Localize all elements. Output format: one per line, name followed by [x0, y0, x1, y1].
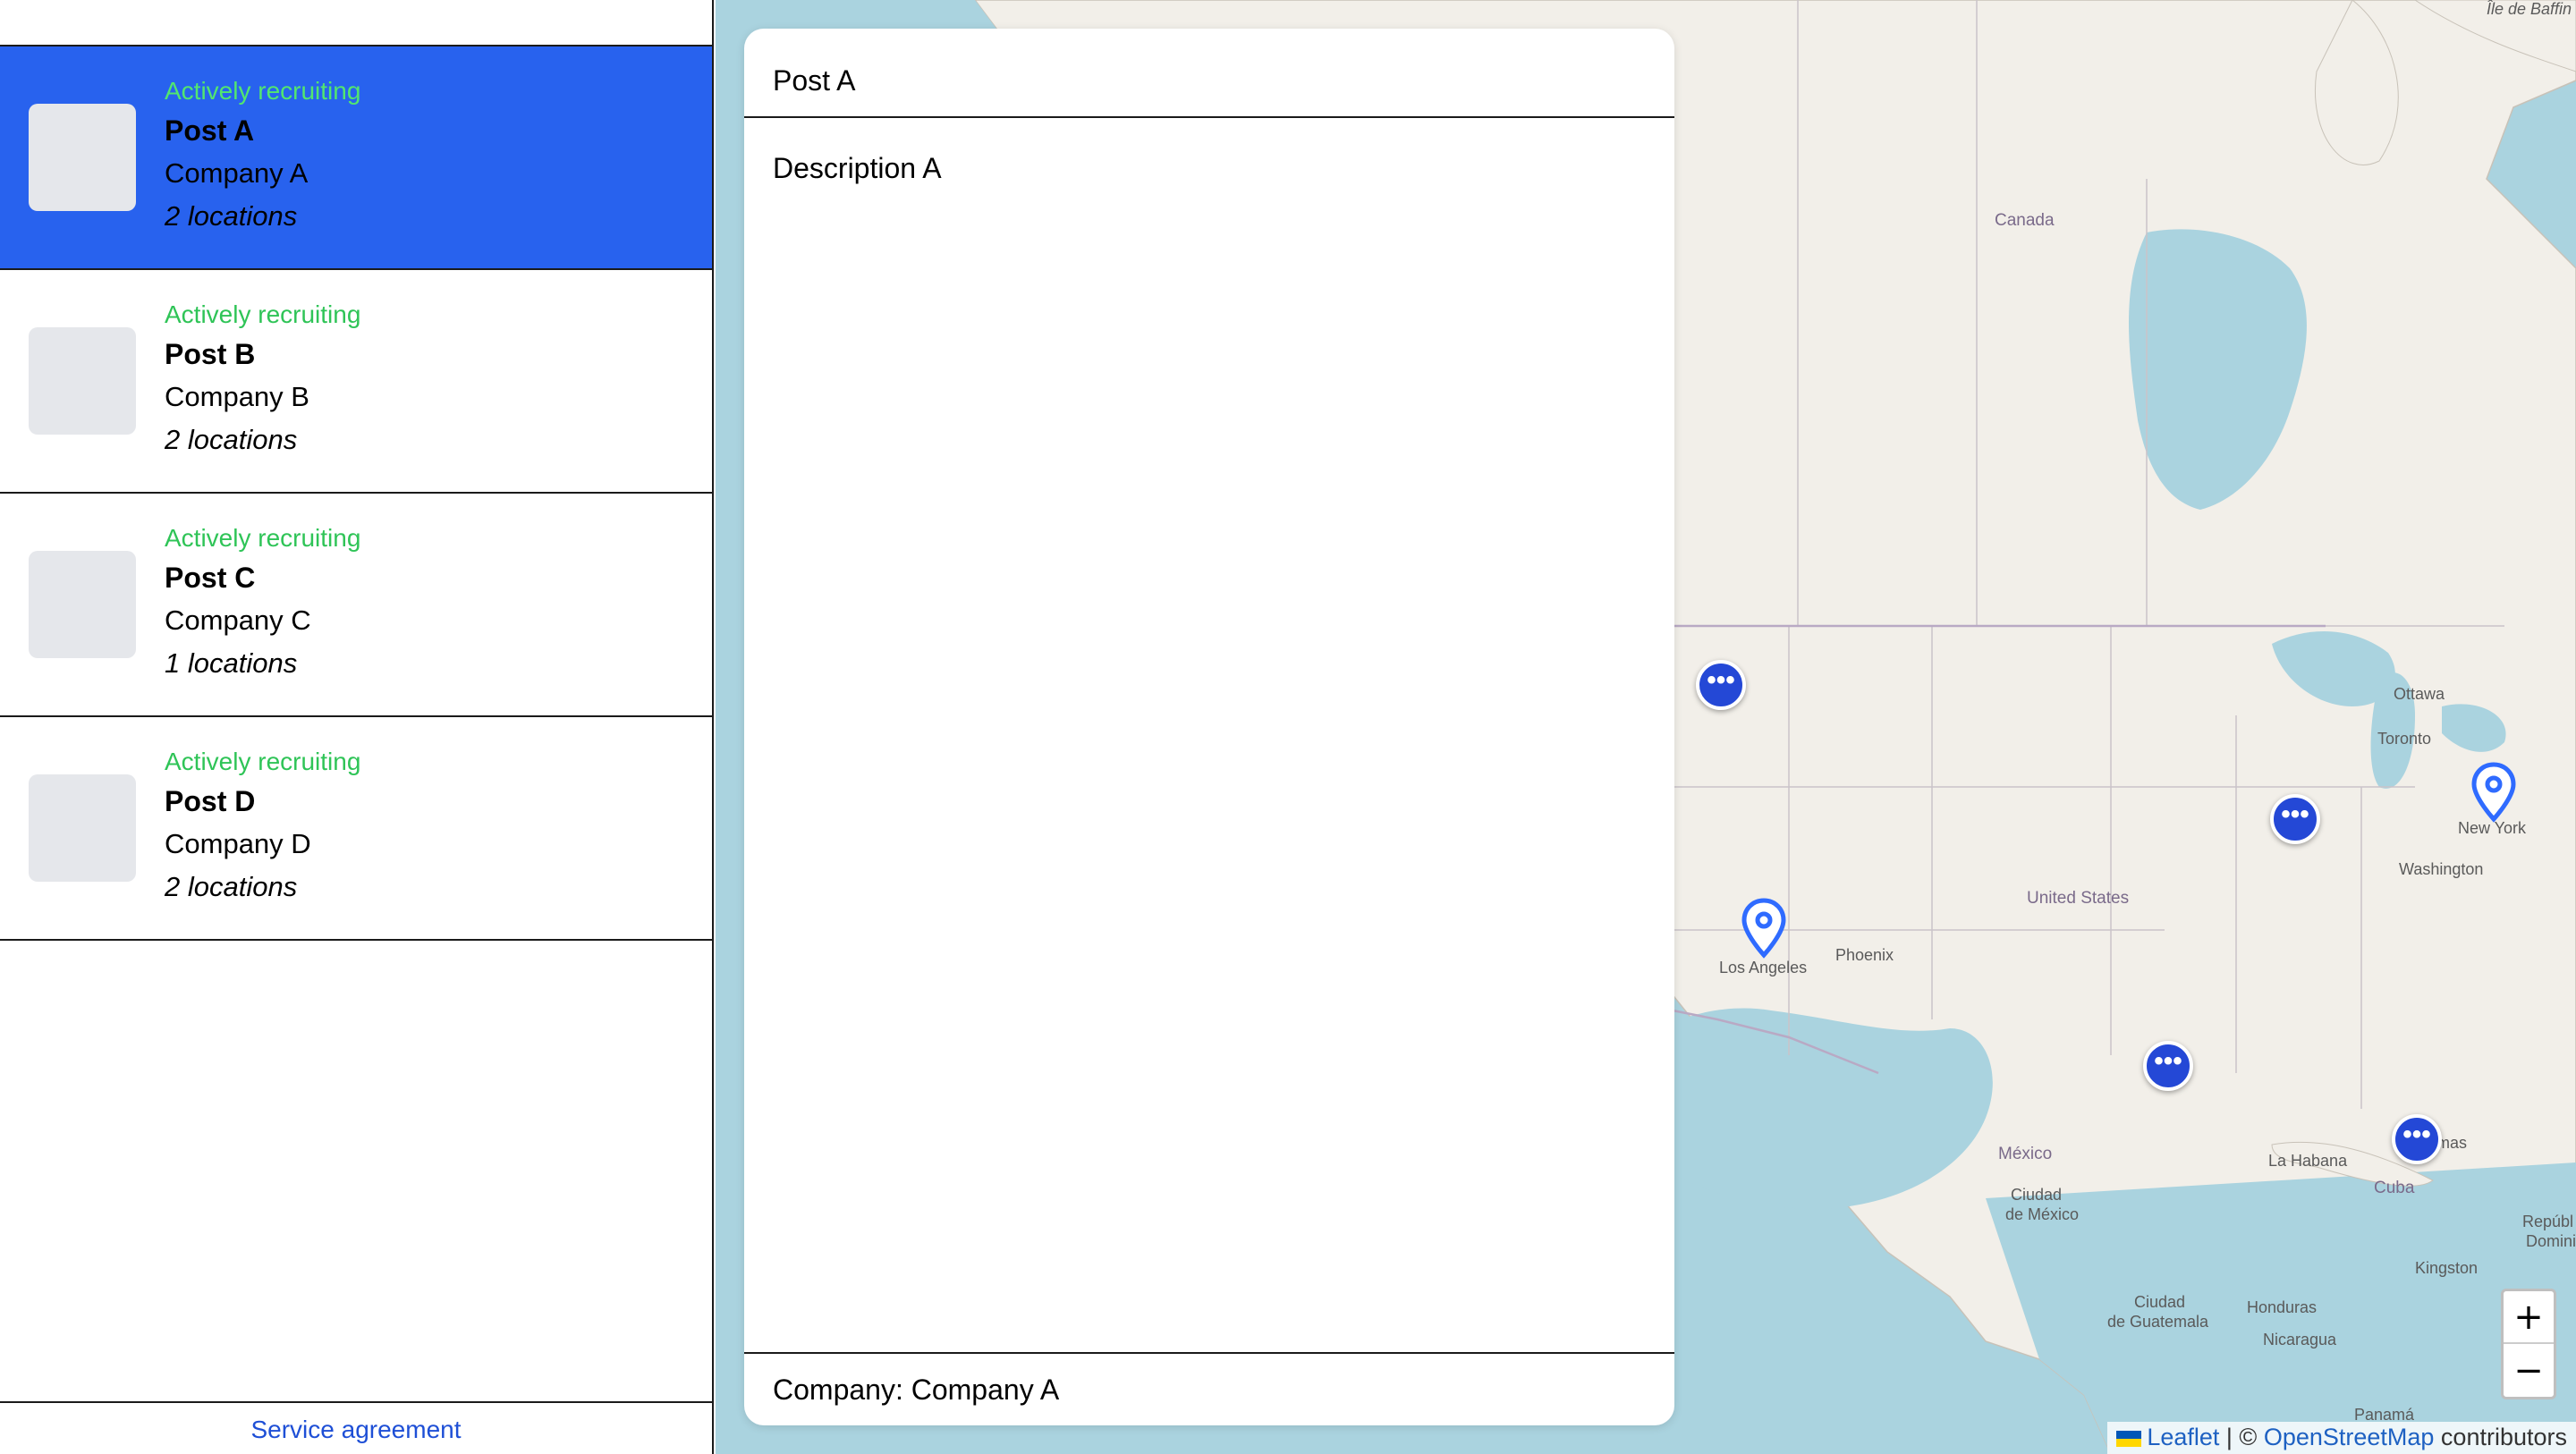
ukraine-flag-icon: [2116, 1430, 2142, 1447]
post-item-a[interactable]: Actively recruiting Post A Company A 2 l…: [0, 46, 712, 270]
app-root: Actively recruiting Post A Company A 2 l…: [0, 0, 2576, 1454]
openstreetmap-link[interactable]: OpenStreetMap: [2264, 1424, 2435, 1450]
location-pin-icon[interactable]: [1741, 898, 1787, 959]
map-label-republica: Repúbl: [2522, 1213, 2574, 1230]
map-label-republica-2: Domini: [2526, 1232, 2576, 1250]
post-locations: 2 locations: [165, 200, 298, 232]
map-attribution: Leaflet | © OpenStreetMap contributors: [2107, 1422, 2576, 1454]
map-label-la-habana: La Habana: [2268, 1152, 2348, 1170]
post-item-b[interactable]: Actively recruiting Post B Company B 2 l…: [0, 270, 712, 494]
post-sidebar: Actively recruiting Post A Company A 2 l…: [0, 0, 714, 1454]
post-item-d[interactable]: Actively recruiting Post D Company D 2 l…: [0, 717, 712, 941]
post-title: Post C: [165, 562, 256, 594]
map-label-los-angeles: Los Angeles: [1719, 959, 1808, 976]
sidebar-header: [0, 0, 712, 46]
zoom-out-button[interactable]: −: [2504, 1344, 2554, 1397]
recruiting-status: Actively recruiting: [165, 300, 361, 328]
cluster-marker[interactable]: •••: [2143, 1041, 2193, 1091]
post-thumbnail: [29, 774, 136, 882]
map-label-phoenix: Phoenix: [1835, 946, 1894, 964]
map-label-nicaragua: Nicaragua: [2263, 1331, 2337, 1348]
detail-title: Post A: [773, 64, 856, 97]
post-company: Company B: [165, 381, 309, 412]
attribution-separator: | ©: [2219, 1424, 2264, 1450]
cluster-marker[interactable]: •••: [2270, 794, 2320, 844]
cluster-marker[interactable]: •••: [2392, 1114, 2442, 1164]
post-thumbnail: [29, 104, 136, 211]
post-locations: 2 locations: [165, 424, 298, 455]
map-label-ciudad-de-mexico: Ciudad: [2011, 1186, 2063, 1204]
detail-footer: Company: Company A: [744, 1352, 1674, 1425]
detail-description: Description A: [773, 152, 942, 184]
post-title: Post A: [165, 114, 255, 147]
service-agreement-link[interactable]: Service agreement: [250, 1416, 461, 1444]
attribution-suffix: contributors: [2434, 1424, 2567, 1450]
map-label-canada: Canada: [1995, 211, 2055, 230]
map-label-ciudad-de-mexico-2: de México: [2005, 1205, 2080, 1223]
post-company: Company D: [165, 828, 311, 859]
zoom-control: + −: [2501, 1289, 2556, 1399]
cluster-marker[interactable]: •••: [1696, 660, 1746, 710]
location-pin-icon[interactable]: [2470, 762, 2517, 823]
map-label-honduras: Honduras: [2247, 1298, 2318, 1316]
post-list: Actively recruiting Post A Company A 2 l…: [0, 46, 712, 941]
map-label-baffin: Île de Baffin: [2487, 0, 2572, 18]
map-label-united-states: United States: [2027, 889, 2130, 908]
post-item-c[interactable]: Actively recruiting Post C Company C 1 l…: [0, 494, 712, 717]
detail-company: Company: Company A: [773, 1374, 1060, 1406]
post-locations: 1 locations: [165, 647, 298, 679]
zoom-in-button[interactable]: +: [2504, 1291, 2554, 1344]
post-company: Company C: [165, 604, 311, 636]
post-thumbnail: [29, 327, 136, 435]
recruiting-status: Actively recruiting: [165, 77, 361, 105]
recruiting-status: Actively recruiting: [165, 748, 361, 775]
map-label-kingston: Kingston: [2415, 1259, 2479, 1277]
map-label-mexico: México: [1998, 1145, 2053, 1163]
leaflet-link[interactable]: Leaflet: [2147, 1424, 2219, 1450]
map-label-toronto: Toronto: [2377, 730, 2432, 748]
recruiting-status: Actively recruiting: [165, 524, 361, 552]
post-title: Post D: [165, 785, 256, 817]
post-locations: 2 locations: [165, 871, 298, 902]
map-label-washington: Washington: [2399, 860, 2484, 878]
post-company: Company A: [165, 157, 309, 189]
post-detail-panel: Post A Description A Company: Company A: [744, 29, 1674, 1425]
map-label-cuba: Cuba: [2374, 1179, 2415, 1197]
sidebar-footer: Service agreement: [0, 1401, 712, 1454]
map-label-guatemala: Ciudad: [2134, 1293, 2186, 1311]
map-label-guatemala-2: de Guatemala: [2107, 1313, 2209, 1331]
detail-header: Post A: [744, 29, 1674, 118]
post-title: Post B: [165, 338, 256, 370]
post-thumbnail: [29, 551, 136, 658]
map-label-ottawa: Ottawa: [2394, 685, 2445, 703]
